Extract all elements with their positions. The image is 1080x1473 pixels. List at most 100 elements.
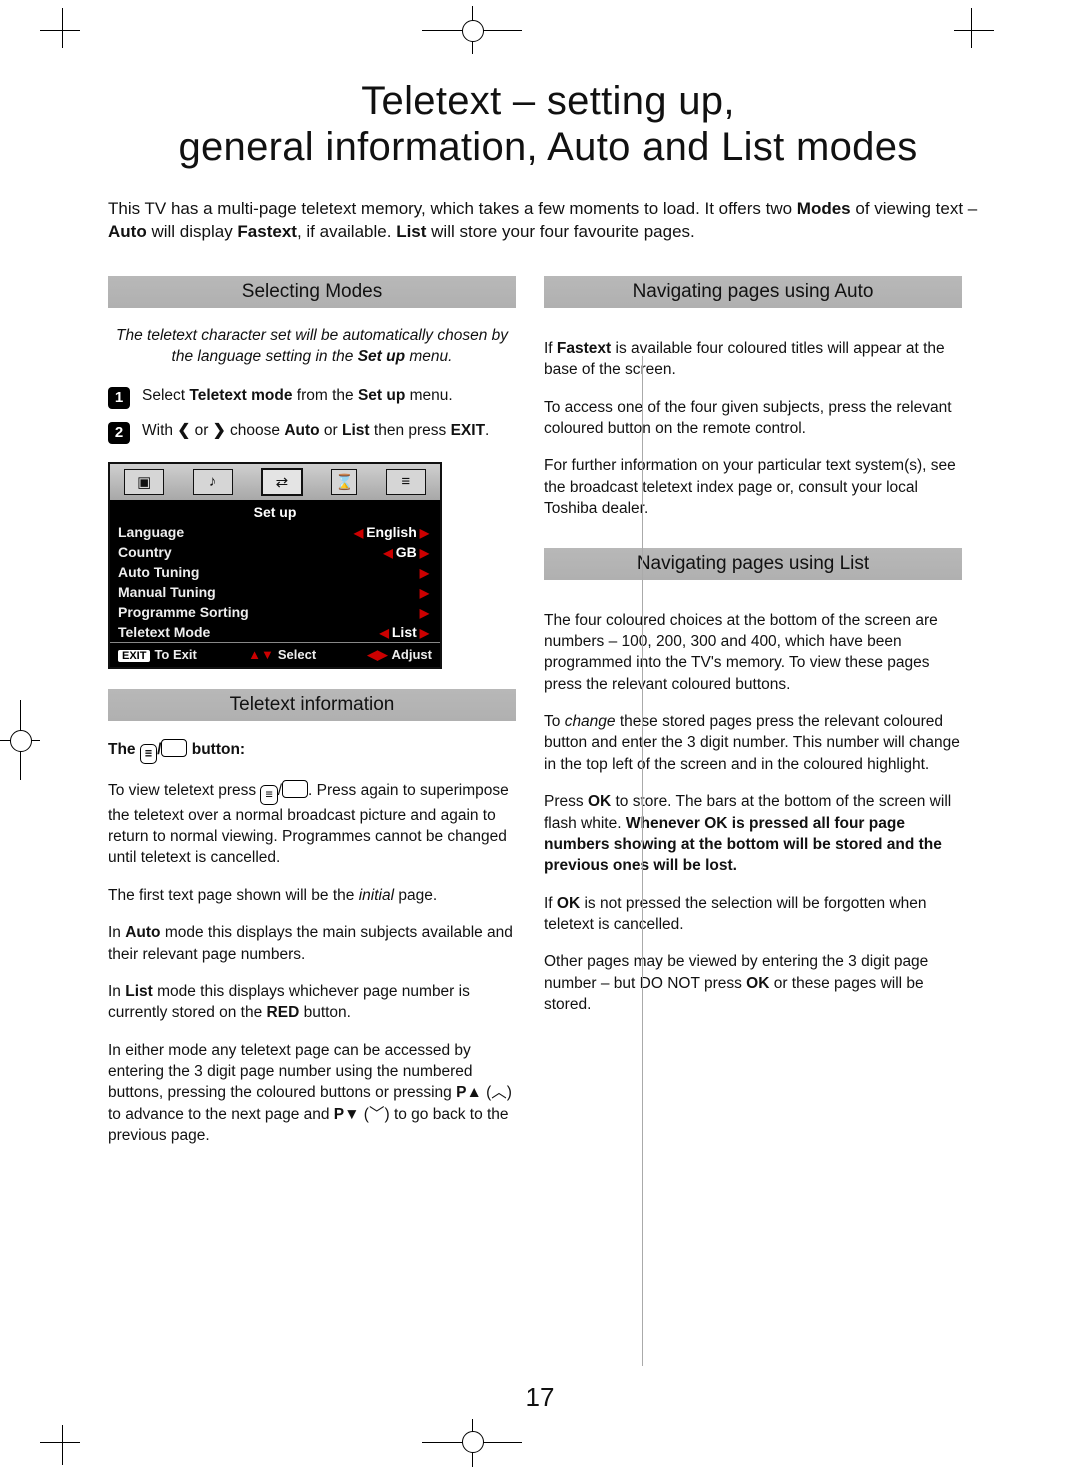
teletext-p4: In List mode this displays whichever pag… <box>108 981 516 1024</box>
section-heading-nav-auto: Navigating pages using Auto <box>544 276 962 308</box>
manual-page: Teletext – setting up, general informati… <box>0 0 1080 1473</box>
registration-circle-icon <box>462 1431 484 1453</box>
para-text: mode this displays the main subjects ava… <box>108 924 513 962</box>
osd-value-cell: ◀GB▶ <box>309 542 440 562</box>
intro-text: will display <box>147 222 238 241</box>
osd-footer: EXITTo Exit ▲▼Select ◀▶Adjust <box>110 642 440 667</box>
para-text: to advance to the next page and <box>108 1106 334 1123</box>
left-arrow-icon: ❮ <box>177 422 190 439</box>
para-bold: Fastext <box>557 340 611 357</box>
para-bold: OK <box>746 975 769 992</box>
intro-fastext: Fastext <box>237 222 297 241</box>
intro-list: List <box>396 222 426 241</box>
character-set-note: The teletext character set will be autom… <box>108 326 516 368</box>
para-text: button. <box>299 1004 351 1021</box>
step-text: Select <box>142 387 189 404</box>
step-2: 2 With ❮ or ❯ choose Auto or List then p… <box>108 421 516 444</box>
osd-footer-adjust: ◀▶Adjust <box>368 647 432 663</box>
step-1: 1 Select Teletext mode from the Set up m… <box>108 386 516 409</box>
para-text: If <box>544 340 557 357</box>
column-divider <box>642 356 643 1366</box>
osd-footer-exit: EXITTo Exit <box>118 647 197 662</box>
page-number: 17 <box>0 1382 1080 1413</box>
tv-screen-icon <box>161 739 187 757</box>
sound-tab-icon: ♪ <box>193 469 233 495</box>
para-bold: OK <box>588 793 611 810</box>
para-text: ) <box>384 1106 393 1123</box>
list-p1: The four coloured choices at the bottom … <box>544 610 962 696</box>
chevron-down-icon: ﹀ <box>369 1106 385 1123</box>
para-bold: List <box>125 983 153 1000</box>
para-text: page. <box>394 887 437 904</box>
list-p3: Press OK to store. The bars at the botto… <box>544 791 962 877</box>
osd-footer-select: ▲▼Select <box>248 647 316 662</box>
intro-text: , if available. <box>297 222 396 241</box>
osd-label: Manual Tuning <box>110 582 309 602</box>
crop-mark <box>62 1425 63 1465</box>
down-triangle-icon: ▼ <box>344 1106 359 1123</box>
osd-panel-title: Set up <box>110 502 440 522</box>
step-text: menu. <box>405 387 452 404</box>
para-italic: change <box>565 713 616 730</box>
para-text: To view teletext press <box>108 782 260 799</box>
intro-paragraph: This TV has a multi-page teletext memory… <box>108 198 988 244</box>
title-line-1: Teletext – setting up, <box>361 79 735 123</box>
step-text: With <box>142 422 177 439</box>
right-column: Navigating pages using Auto If Fastext i… <box>544 272 962 1163</box>
step-bold: Set up <box>358 387 405 404</box>
registration-circle-icon <box>10 730 32 752</box>
step-text: or <box>320 422 342 439</box>
osd-value: List <box>392 624 417 640</box>
para-text: ( <box>359 1106 368 1123</box>
teletext-p3: In Auto mode this displays the main subj… <box>108 922 516 965</box>
step-bold: Auto <box>284 422 319 439</box>
osd-setup-menu-diagram: ▣ ♪ ⇄ ⌛ ≡ Set up Language◀English▶ Count… <box>108 462 442 669</box>
para-bold: P <box>456 1084 466 1101</box>
para-bold: RED <box>267 1004 300 1021</box>
btn-label-text: The <box>108 741 140 758</box>
osd-value-cell: ▶ <box>309 562 440 582</box>
exit-badge: EXIT <box>118 650 150 662</box>
note-text: menu. <box>405 348 452 365</box>
intro-text: This TV has a multi-page teletext memory… <box>108 199 797 218</box>
para-text: The first text page shown will be the <box>108 887 359 904</box>
step-number-badge: 2 <box>108 422 130 444</box>
intro-text: of viewing text – <box>851 199 978 218</box>
right-triangle-icon: ▶ <box>417 586 432 600</box>
right-arrow-icon: ❯ <box>213 422 226 439</box>
setup-tab-icon: ⇄ <box>261 468 303 496</box>
teletext-p2: The first text page shown will be the in… <box>108 885 516 906</box>
osd-row: Country◀GB▶ <box>110 542 440 562</box>
osd-value: GB <box>396 544 417 560</box>
para-text: ( <box>482 1084 491 1101</box>
teletext-p5: In either mode any teletext page can be … <box>108 1040 516 1147</box>
step-text: choose <box>226 422 285 439</box>
page-title: Teletext – setting up, general informati… <box>108 78 988 170</box>
left-column: Selecting Modes The teletext character s… <box>108 272 516 1163</box>
left-triangle-icon: ◀ <box>381 546 396 560</box>
right-triangle-icon: ▶ <box>417 526 432 540</box>
step-2-text: With ❮ or ❯ choose Auto or List then pre… <box>142 421 489 442</box>
osd-value: English <box>366 524 417 540</box>
step-text: from the <box>292 387 357 404</box>
crop-mark <box>971 8 972 48</box>
title-line-2: general information, Auto and List modes <box>178 125 917 169</box>
para-text: is not pressed the selection will be for… <box>544 895 927 933</box>
step-text: or <box>190 422 212 439</box>
osd-value-cell: ◀List▶ <box>309 622 440 642</box>
btn-label-text: button: <box>187 741 245 758</box>
crop-mark <box>40 1442 80 1443</box>
step-1-text: Select Teletext mode from the Set up men… <box>142 386 453 407</box>
step-bold: List <box>342 422 370 439</box>
list-p4: If OK is not pressed the selection will … <box>544 893 962 936</box>
intro-auto: Auto <box>108 222 147 241</box>
osd-label: Language <box>110 522 309 542</box>
para-italic: initial <box>359 887 394 904</box>
teletext-lines-icon: ≡ <box>260 785 277 805</box>
para-text: In <box>108 983 125 1000</box>
osd-tab-row: ▣ ♪ ⇄ ⌛ ≡ <box>110 464 440 502</box>
teletext-tab-icon: ≡ <box>386 469 426 495</box>
para-bold: Auto <box>125 924 160 941</box>
intro-modes: Modes <box>797 199 851 218</box>
right-triangle-icon: ▶ <box>417 606 432 620</box>
